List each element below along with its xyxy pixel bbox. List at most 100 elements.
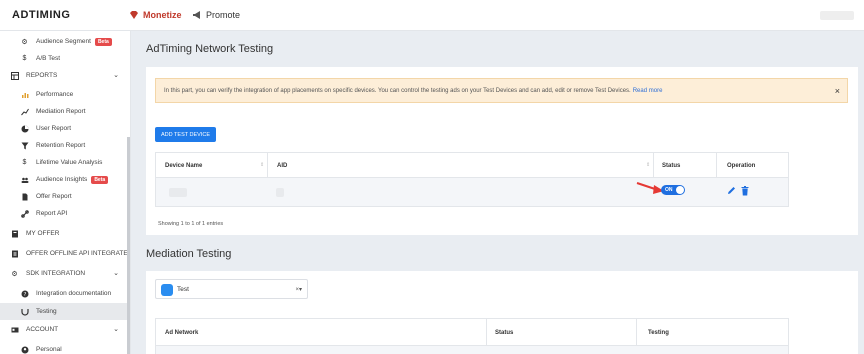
sidebar-item-performance[interactable]: Performance [0,86,128,103]
sidebar-item-offer-report[interactable]: Offer Report [0,188,128,205]
chevron-down-icon: ⌄ [113,326,119,333]
col-ad-network: Ad Network [165,329,199,336]
svg-text:?: ? [23,292,26,298]
col-aid[interactable]: AID [277,153,287,178]
sidebar-item-integration-docs[interactable]: ? Integration documentation [0,285,128,302]
doc-icon [10,249,19,258]
sidebar-item-label: Testing [36,308,57,315]
sidebar-item-audience-segment[interactable]: ⚙ Audience Segment Beta [0,33,128,50]
sidebar: ⚙ Audience Segment Beta $ A/B Test REPOR… [0,31,131,354]
table-header: Ad Network Status Testing [156,319,788,346]
line-chart-icon [20,107,29,116]
sidebar-scrollbar[interactable] [127,137,130,354]
sidebar-item-account[interactable]: ACCOUNT ⌄ [0,321,128,338]
sidebar-item-label: Offer Report [36,193,72,200]
app-store-icon [161,284,173,296]
sidebar-item-label: OFFER OFFLINE API INTEGRATE [26,250,128,257]
filter-icon [20,141,29,150]
sidebar-item-report-api[interactable]: Report API [0,205,128,222]
trash-icon[interactable] [741,186,749,196]
edit-pencil-icon[interactable] [727,186,736,195]
sidebar-item-label: Personal [36,346,62,353]
col-device-name[interactable]: Device Name [165,153,202,178]
id-card-icon [10,325,19,334]
col-testing: Testing [648,329,669,336]
sidebar-item-user-report[interactable]: User Report [0,120,128,137]
toggle-knob [676,186,684,194]
app-select[interactable]: Test ×▾ [155,279,308,299]
test-devices-table: Device Name ⇕ AID ⇕ Status Operation ON [155,152,789,207]
user-circle-icon [20,345,29,354]
sidebar-item-label: Report API [36,210,68,217]
pie-chart-icon [20,124,29,133]
app-select-value: Test [177,286,189,293]
mediation-testing-card: Test ×▾ Ad Network Status Testing [146,271,858,354]
sidebar-item-label: Audience Insights [36,176,88,183]
sidebar-item-testing[interactable]: Testing [0,303,128,320]
network-testing-card: In this part, you can verify the integra… [146,67,858,235]
sidebar-item-reports[interactable]: REPORTS ⌄ [0,67,128,84]
sidebar-item-label: A/B Test [36,55,61,62]
col-status: Status [662,162,681,169]
sidebar-item-offer-offline-api[interactable]: OFFER OFFLINE API INTEGRATE [0,245,128,262]
sidebar-item-my-offer[interactable]: MY OFFER [0,225,128,242]
sidebar-item-mediation-report[interactable]: Mediation Report [0,103,128,120]
mediation-testing-title: Mediation Testing [146,248,232,260]
table-row: ON [156,178,788,206]
sidebar-item-audience-insights[interactable]: Audience Insights Beta [0,171,128,188]
sidebar-item-label: Integration documentation [36,290,112,297]
nav-monetize-label: Monetize [143,10,182,20]
device-name-value [169,188,187,197]
close-icon[interactable]: × [835,86,840,96]
select-tail: ×▾ [295,286,302,293]
col-status: Status [495,329,514,336]
sidebar-item-personal[interactable]: Personal [0,341,128,354]
table-header: Device Name ⇕ AID ⇕ Status Operation [156,153,788,178]
aid-value [276,188,284,197]
add-test-device-button[interactable]: ADD TEST DEVICE [155,127,217,142]
sidebar-item-label: Performance [36,91,74,98]
code-icon [20,307,29,316]
sidebar-item-retention-report[interactable]: Retention Report [0,137,128,154]
main-content: AdTiming Network Testing In this part, y… [131,31,864,354]
nav-monetize[interactable]: Monetize [129,10,182,20]
logo[interactable]: ADTIMING [12,9,70,21]
sidebar-item-label: SDK INTEGRATION [26,270,86,277]
sidebar-item-label: ACCOUNT [26,326,59,333]
dollar-icon: $ [22,55,27,62]
sidebar-item-ab-test[interactable]: $ A/B Test [0,50,128,67]
beta-badge: Beta [94,37,112,46]
table-icon [10,71,19,80]
beta-badge: Beta [91,175,109,184]
book-icon [10,229,19,238]
status-toggle[interactable]: ON [661,185,685,195]
sidebar-item-label: Mediation Report [36,108,86,115]
network-testing-title: AdTiming Network Testing [146,43,274,55]
sidebar-item-label: Audience Segment [36,38,91,45]
diamond-icon [130,11,138,19]
col-operation: Operation [727,162,756,169]
entries-info: Showing 1 to 1 of 1 entries [158,221,224,227]
sort-icon[interactable]: ⇕ [646,162,650,168]
file-icon [20,192,29,201]
table-row [156,346,788,354]
nav-promote-label: Promote [206,10,241,20]
info-notice: In this part, you can verify the integra… [155,78,848,103]
sidebar-item-label: MY OFFER [26,230,60,237]
megaphone-icon [193,11,200,19]
link-icon [20,209,29,218]
sidebar-item-sdk-integration[interactable]: ⚙ SDK INTEGRATION ⌄ [0,265,128,282]
user-menu[interactable] [820,11,854,20]
toggle-label: ON [665,186,673,193]
users-icon [20,175,29,184]
dollar-icon: $ [22,159,27,166]
notice-text: In this part, you can verify the integra… [164,87,631,94]
question-icon: ? [20,289,29,298]
nav-promote[interactable]: Promote [192,10,240,20]
sidebar-item-label: REPORTS [26,72,58,79]
sidebar-item-label: Lifetime Value Analysis [36,159,103,166]
sort-icon[interactable]: ⇕ [260,162,264,168]
sidebar-item-lifetime-value[interactable]: $ Lifetime Value Analysis [0,154,128,171]
read-more-link[interactable]: Read more [633,88,663,94]
cogs-icon: ⚙ [11,270,18,278]
